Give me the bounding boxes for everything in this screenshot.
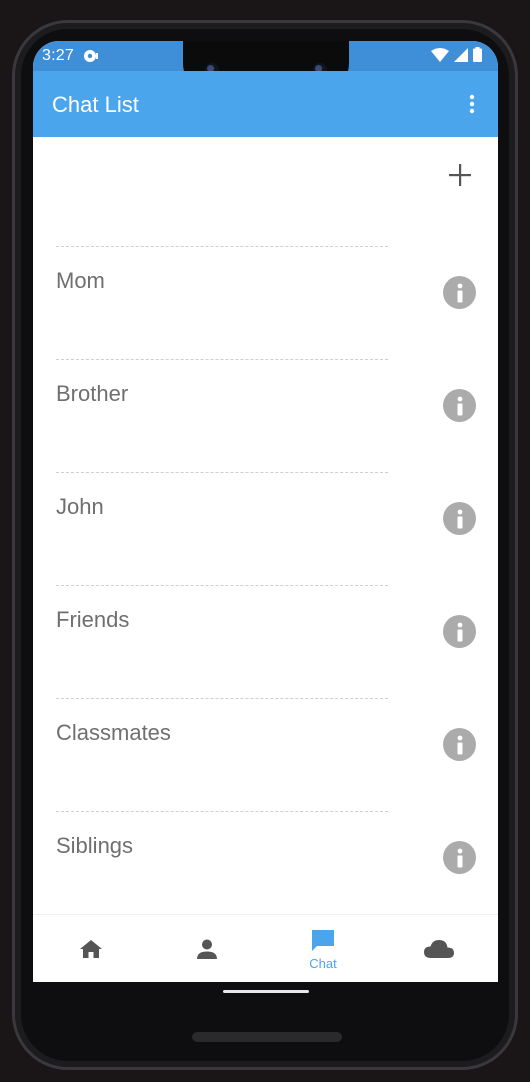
nav-chat-label: Chat	[309, 955, 337, 971]
chat-name: Friends	[56, 607, 130, 632]
app-bar: Chat List	[33, 71, 498, 137]
info-icon	[457, 283, 462, 302]
person-icon	[197, 939, 217, 959]
add-chat-button[interactable]	[444, 159, 476, 191]
list-divider	[56, 359, 388, 360]
app-screen: 3:27 Chat List Mom Brother John Friends …	[33, 41, 498, 982]
info-icon	[457, 396, 462, 415]
nav-home[interactable]	[33, 915, 149, 982]
battery-icon	[473, 47, 482, 67]
chat-name: Mom	[56, 268, 105, 293]
info-icon	[457, 622, 462, 641]
chat-info-button[interactable]	[443, 841, 476, 874]
info-icon	[457, 848, 462, 867]
notification-icon	[83, 48, 99, 64]
status-icons	[431, 47, 482, 67]
chat-info-button[interactable]	[443, 502, 476, 535]
list-divider	[56, 472, 388, 473]
chat-list-item[interactable]: Mom	[33, 246, 498, 358]
chat-info-button[interactable]	[443, 389, 476, 422]
info-icon	[457, 735, 462, 754]
bottom-speaker-grille	[192, 1032, 342, 1042]
plus-icon	[449, 164, 471, 186]
chat-list-item[interactable]: Siblings	[33, 811, 498, 923]
chat-info-button[interactable]	[443, 276, 476, 309]
info-icon	[457, 509, 462, 528]
chat-list-item[interactable]: Classmates	[33, 698, 498, 810]
chat-name: Brother	[56, 381, 129, 406]
chat-name: Classmates	[56, 720, 171, 745]
chat-icon	[312, 929, 334, 951]
chat-list-item[interactable]: Brother	[33, 359, 498, 471]
status-time: 3:27	[42, 47, 74, 64]
more-vertical-icon	[469, 94, 475, 114]
page-title: Chat List	[52, 92, 139, 117]
bottom-navigation: Chat	[33, 914, 498, 982]
list-divider	[56, 585, 388, 586]
cloud-icon	[424, 940, 454, 958]
signal-icon	[454, 47, 468, 67]
chat-info-button[interactable]	[443, 615, 476, 648]
chat-list-item[interactable]: Friends	[33, 585, 498, 697]
list-divider	[56, 698, 388, 699]
list-divider	[56, 246, 388, 247]
overflow-menu-button[interactable]	[460, 89, 484, 119]
chat-name: John	[56, 494, 104, 519]
home-indicator[interactable]	[223, 990, 309, 993]
nav-chat[interactable]: Chat	[265, 915, 381, 982]
chat-name: Siblings	[56, 833, 134, 858]
chat-list-item[interactable]: John	[33, 472, 498, 584]
list-divider	[56, 811, 388, 812]
nav-cloud[interactable]	[381, 915, 497, 982]
chat-info-button[interactable]	[443, 728, 476, 761]
nav-profile[interactable]	[149, 915, 265, 982]
wifi-icon	[431, 47, 449, 67]
home-icon	[80, 940, 102, 958]
chat-list: Mom Brother John Friends Classmates Sibl…	[33, 137, 498, 914]
